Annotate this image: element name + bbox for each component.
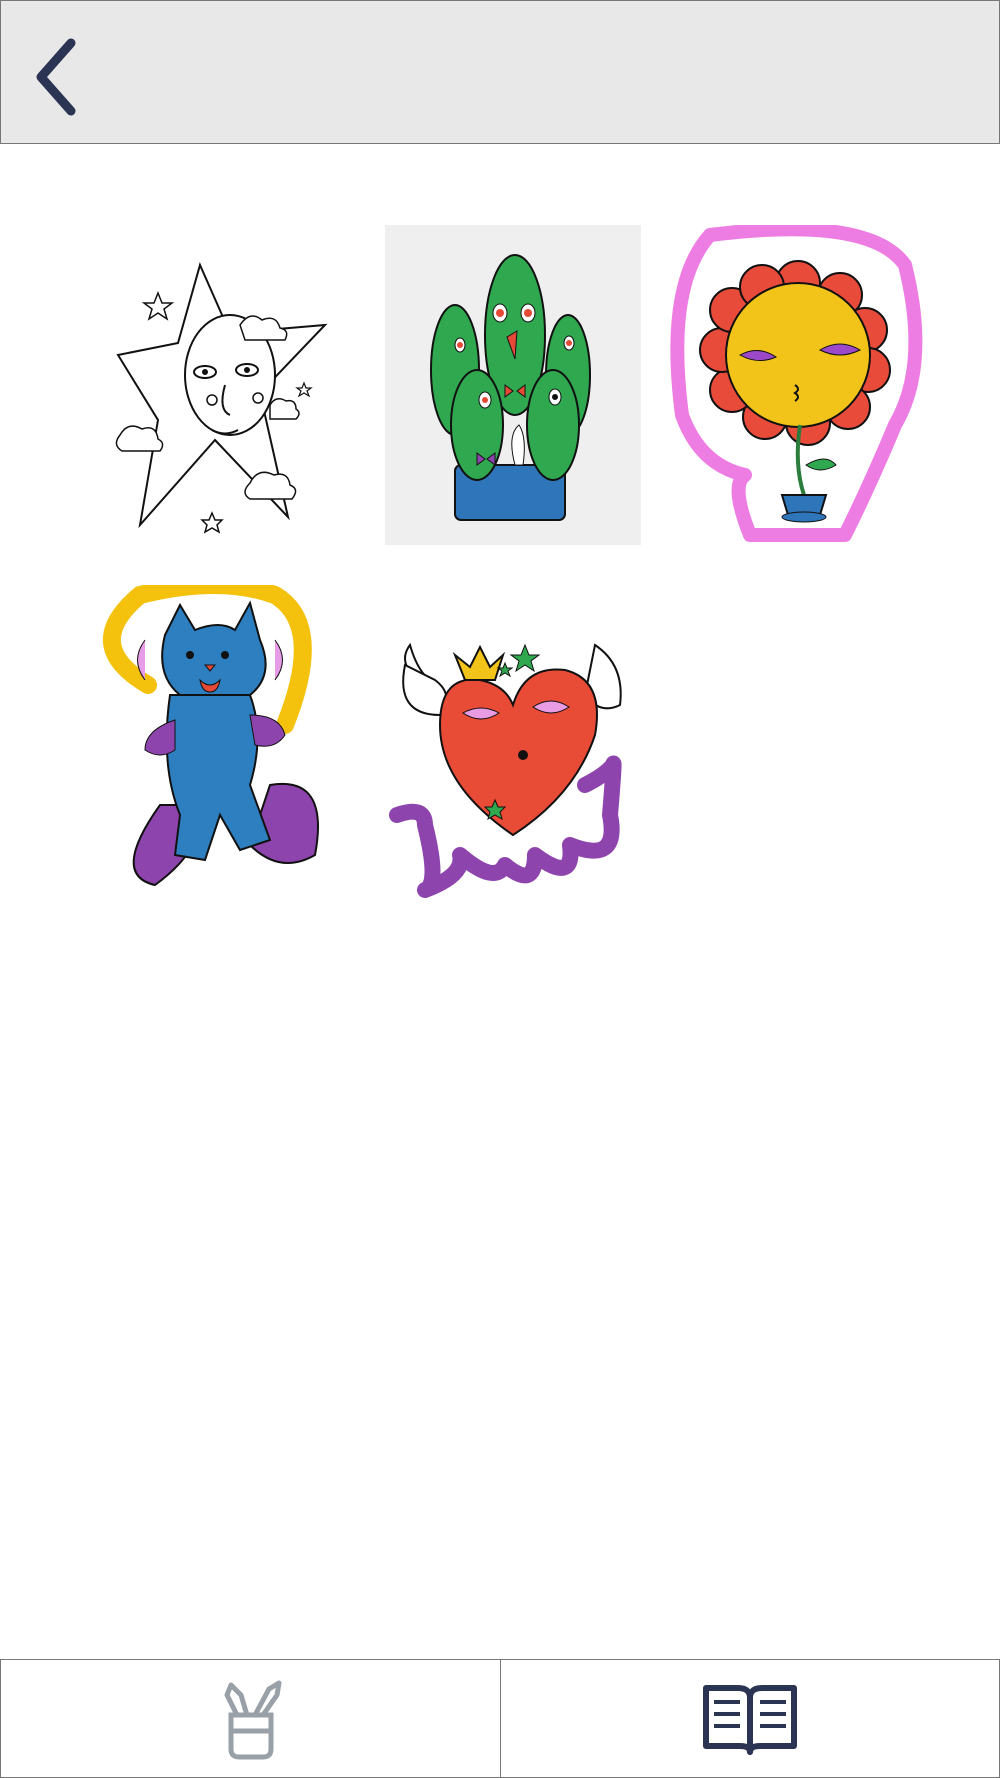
drawing-thumbnail-cactus[interactable] [385, 225, 641, 545]
back-button[interactable] [25, 27, 95, 117]
tab-book[interactable] [501, 1660, 999, 1777]
drawing-thumbnail-cat[interactable] [100, 585, 356, 905]
chevron-left-icon [36, 38, 76, 116]
drawing-thumbnail-heart[interactable] [385, 585, 641, 905]
drawing-thumbnail-star[interactable] [100, 225, 356, 545]
drawing-thumbnail-flower[interactable] [670, 225, 926, 545]
top-bar [0, 0, 1000, 144]
paint-brushes-icon [224, 1680, 281, 1759]
tab-paint[interactable] [1, 1660, 501, 1777]
bottom-navigation [0, 1659, 1000, 1778]
open-book-icon [703, 1684, 797, 1755]
